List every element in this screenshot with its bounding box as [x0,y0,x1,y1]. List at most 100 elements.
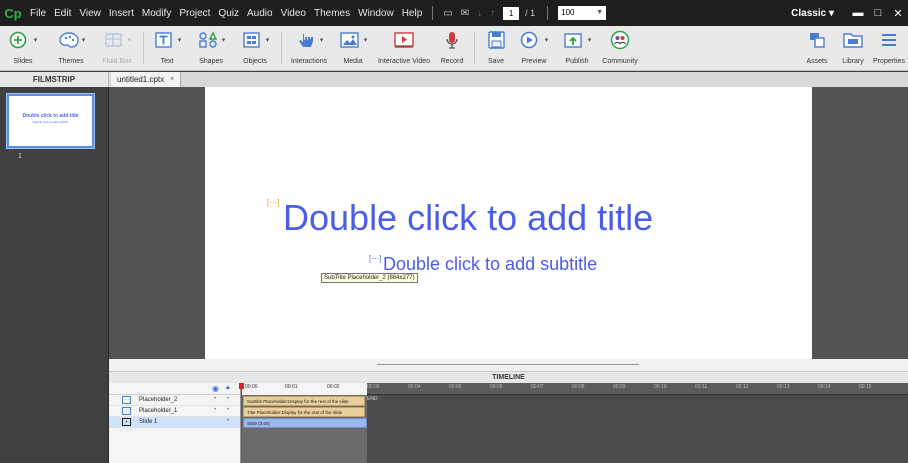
timeline-playhead[interactable] [239,383,244,463]
themes-button[interactable]: ▾ Themes [54,26,88,71]
objects-icon: ▾ [241,26,269,54]
close-tab-icon[interactable]: × [170,76,174,83]
menu-edit[interactable]: Edit [50,8,75,19]
arrow-down-icon[interactable]: ↓ [477,8,482,19]
properties-label: Properties [873,58,905,65]
title-placeholder-icon: [⋯] [267,198,280,207]
assets-icon [807,26,827,54]
menu-view[interactable]: View [75,8,105,19]
interactions-button[interactable]: ▾ Interactions [287,26,331,71]
tab-label: untitled1.cptx [117,75,165,84]
timeline-bar-slide[interactable]: Slide (3.0s) [243,418,367,428]
placeholder-icon: ⋯ [122,396,131,404]
zoom-select[interactable]: 100 ▼ [558,6,607,20]
shapes-label: Shapes [199,58,223,65]
menu-file[interactable]: File [26,8,50,19]
lock-dot[interactable]: • [227,396,229,402]
slide-title-placeholder[interactable]: Double click to add title [283,197,653,239]
slide-subtitle-placeholder[interactable]: Double click to add subtitle [383,254,597,275]
interactive-video-icon [392,26,416,54]
interactive-video-button[interactable]: Interactive Video [377,26,431,71]
ruler-tick: 00:02 [327,384,340,390]
lock-dot[interactable]: • [227,418,229,424]
ruler-tick: 00:11 [695,384,708,390]
text-button[interactable]: ▾ Text [152,26,182,71]
save-button[interactable]: Save [484,26,508,71]
chevron-down-icon: ▼ [596,9,604,16]
window-controls: Classic ▾ ▬ □ ✕ [791,0,908,26]
ruler-tick: 00:00 [245,384,258,390]
publish-label: Publish [565,58,589,65]
ruler-tick: 00:09 [613,384,626,390]
properties-button[interactable]: Properties [872,26,906,71]
timeline-end-marker[interactable]: END [367,396,378,402]
visibility-dot[interactable]: • [214,407,216,413]
close-button[interactable]: ✕ [888,7,908,20]
interactions-label: Interactions [290,58,328,65]
lock-dot[interactable]: • [227,407,229,413]
menu-insert[interactable]: Insert [105,8,138,19]
timeline-layers: ◉ 🔒︎ ⋯ Placeholder_2 • • ⋯ Placeholder_1… [109,383,241,463]
timeline-ruler[interactable]: 00:00 00:01 00:02 00:03 00:04 00:05 00:0… [241,383,908,395]
ruler-tick: 00:10 [654,384,667,390]
objects-button[interactable]: ▾ Objects [240,26,270,71]
eye-icon[interactable]: ◉ [212,384,219,393]
minimize-button[interactable]: ▬ [848,7,868,19]
ruler-tick: 00:12 [736,384,749,390]
add-slide-icon: ▾ [9,26,37,54]
palette-icon: ▾ [57,26,85,54]
subtitle-placeholder-icon: [⋯] [369,254,382,263]
timeline-layer-row[interactable]: ⋯ Placeholder_2 • • [109,395,240,406]
menu-help[interactable]: Help [398,8,427,19]
arrow-up-icon[interactable]: ↑ [490,8,495,19]
page-number-input[interactable]: 1 [503,6,520,20]
record-button[interactable]: Record [439,26,465,71]
ruler-tick: 00:03 [367,384,380,390]
slide-icon: ▪ [122,418,131,426]
timeline-layer-row[interactable]: ⋯ Placeholder_1 • • [109,406,240,417]
menu-modify[interactable]: Modify [138,8,175,19]
slide-thumbnail[interactable]: Double click to add title Double click t… [6,93,95,149]
menu-audio[interactable]: Audio [243,8,277,19]
library-icon [842,26,864,54]
workspace-caret-icon: ▾ [828,7,834,19]
media-button[interactable]: ▾ Media [337,26,369,71]
fluid-box-icon: ▾ [103,26,131,54]
visibility-dot[interactable]: • [214,396,216,402]
menu-project[interactable]: Project [175,8,214,19]
layer-name: Placeholder_2 [139,397,178,403]
lock-icon[interactable]: 🔒︎ [226,384,230,392]
workspace-switcher[interactable]: Classic ▾ [791,8,834,19]
tab-untitled1[interactable]: untitled1.cptx × [111,72,182,87]
fluid-box-label: Fluid Box [102,58,132,65]
timeline-bar-placeholder-2[interactable]: Subtitle Placeholder:Display for the res… [243,396,365,406]
hand-pointer-icon: ▾ [295,26,323,54]
community-button[interactable]: Community [598,26,642,71]
timeline-bar-placeholder-1[interactable]: Title Placeholder:Display for the rest o… [243,407,365,417]
maximize-button[interactable]: □ [868,7,888,19]
menu-separator [432,6,434,20]
layer-name: Placeholder_1 [139,408,178,414]
menu-video[interactable]: Video [277,8,310,19]
filmstrip-toggle-icon[interactable]: ▭ [443,8,452,19]
splitter-grip[interactable] [377,364,639,365]
slides-label: Slides [13,58,33,65]
toolbar-separator [474,32,475,64]
publish-button[interactable]: ▾ Publish [561,26,593,71]
menu-themes[interactable]: Themes [310,8,354,19]
preview-button[interactable]: ▾ Preview [518,26,550,71]
text-icon: ▾ [153,26,181,54]
document-tab-bar: untitled1.cptx × [109,72,908,87]
fluid-box-button[interactable]: ▾ Fluid Box [102,26,132,71]
timeline-layer-row[interactable]: ▪ Slide 1 • [109,417,240,428]
library-button[interactable]: Library [838,26,868,71]
playhead-handle[interactable] [239,383,244,389]
timeline-splitter[interactable] [109,359,908,371]
assets-button[interactable]: Assets [803,26,831,71]
comment-icon[interactable]: ✉ [461,8,469,19]
menu-window[interactable]: Window [354,8,398,19]
menu-quiz[interactable]: Quiz [214,8,243,19]
shapes-button[interactable]: ▾ Shapes [196,26,226,71]
timeline-tracks[interactable]: 00:00 00:01 00:02 00:03 00:04 00:05 00:0… [239,383,908,463]
slides-button[interactable]: ▾ Slides [8,26,38,71]
